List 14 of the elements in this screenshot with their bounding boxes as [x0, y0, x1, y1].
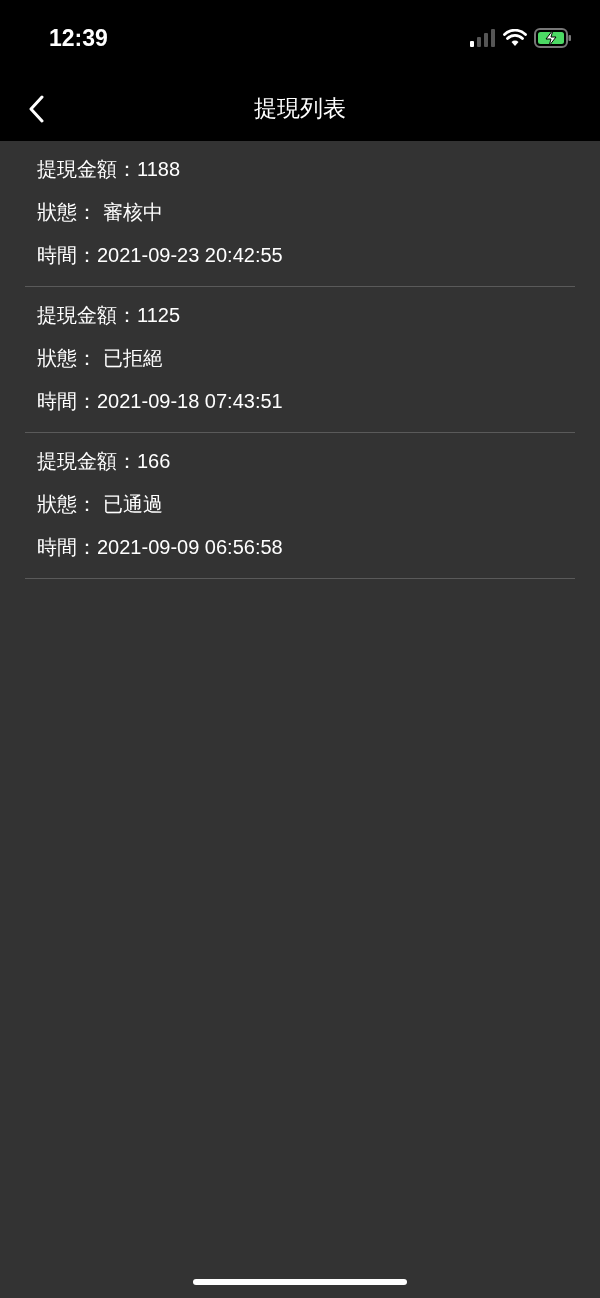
withdrawal-status: 狀態： 已通過: [37, 492, 164, 517]
battery-charging-icon: [534, 28, 572, 48]
signal-icon: [470, 29, 496, 47]
withdrawal-time: 時間：2021-09-18 07:43:51: [37, 389, 284, 414]
withdrawal-time: 時間：2021-09-23 20:42:55: [37, 243, 284, 268]
withdrawal-time: 時間：2021-09-09 06:56:58: [37, 535, 284, 560]
withdrawal-status: 狀態： 已拒絕: [37, 346, 164, 371]
status-time: 12:39: [49, 24, 108, 52]
page-title: 提現列表: [254, 94, 346, 123]
withdrawal-amount: 提現金額：1188: [37, 157, 181, 182]
withdrawal-amount: 提現金額：166: [37, 449, 172, 474]
withdrawal-status: 狀態： 審核中: [37, 200, 164, 225]
wifi-icon: [503, 29, 527, 47]
withdrawal-amount: 提現金額：1125: [37, 303, 181, 328]
